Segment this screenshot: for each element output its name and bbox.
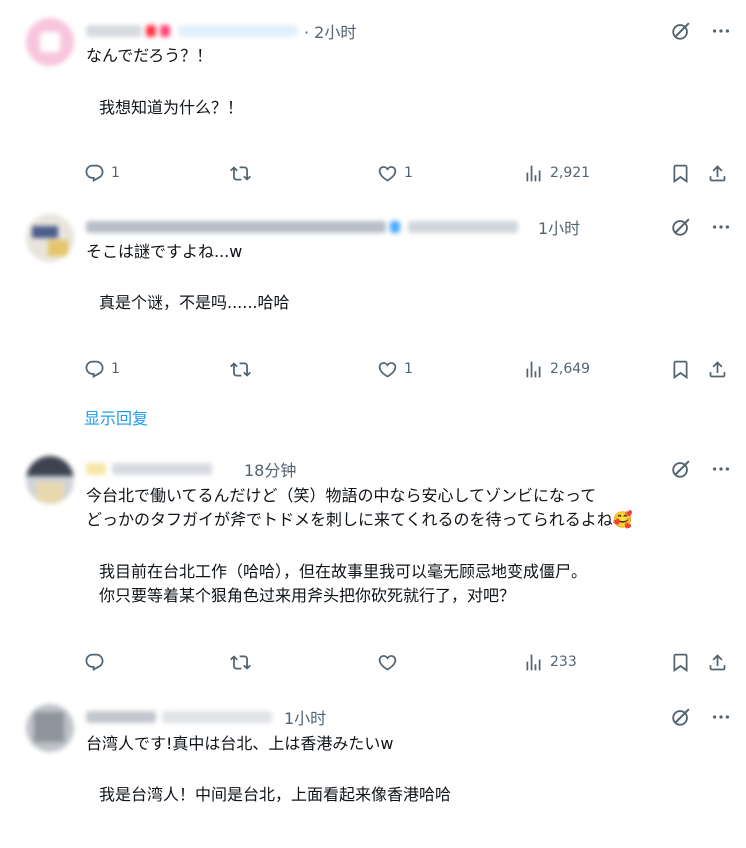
heart-icon [377, 163, 398, 184]
like-button[interactable]: 1 [377, 357, 413, 381]
share-button[interactable] [707, 650, 728, 674]
views-button[interactable]: 2,649 [523, 357, 590, 381]
view-count: 2,921 [550, 165, 591, 181]
smiling-face-with-hearts-emoji: 🥰 [612, 510, 633, 529]
bookmark-button[interactable] [670, 650, 691, 674]
tweet-text: 台湾人です!真中は台北、上は香港みたいw [86, 734, 394, 753]
reply-button[interactable]: 1 [84, 161, 120, 185]
like-count: 1 [404, 361, 413, 377]
tweet-actions: 1 1 2,921 [0, 161, 746, 185]
reply-button[interactable] [84, 650, 105, 674]
user-name-decoration [146, 25, 156, 37]
tweet-translation-line: 你只要等着某个狠角色过来用斧头把你砍死就行了，对吧？ [99, 586, 516, 605]
tweet-translation: 真是个谜，不是吗......哈哈 [99, 293, 290, 312]
timestamp[interactable]: 1小时 [538, 215, 580, 239]
user-handle[interactable] [112, 463, 212, 475]
more-icon[interactable] [710, 458, 732, 480]
more-icon[interactable] [710, 216, 732, 238]
tweet-text: 今台北で働いてるんだけど（笑）物語の中なら安心してゾンビになって どっかのタフガ… [86, 484, 633, 532]
user-name[interactable] [86, 463, 106, 475]
user-name-line: 1小时 [86, 704, 326, 730]
grok-icon[interactable] [670, 458, 692, 480]
views-button[interactable]: 2,921 [523, 161, 590, 185]
tweet-translation-line: 我目前在台北工作（哈哈），但在故事里我可以毫无顾忌地变成僵尸。 [99, 562, 588, 581]
reply-icon [84, 163, 105, 184]
share-button[interactable] [707, 357, 728, 381]
retweet-icon [230, 359, 251, 380]
retweet-button[interactable] [230, 650, 251, 674]
user-name-decoration [390, 221, 400, 233]
bookmark-icon [670, 652, 691, 673]
like-button[interactable]: 1 [377, 161, 413, 185]
views-icon [523, 652, 544, 673]
tweet-text: そこは謎ですよね...w [86, 242, 243, 261]
timestamp[interactable]: 1小时 [284, 705, 326, 729]
tweet-actions: 233 [0, 650, 746, 674]
bookmark-button[interactable] [670, 161, 691, 185]
user-name-decoration [160, 25, 170, 37]
user-handle[interactable] [162, 711, 272, 723]
grok-icon[interactable] [670, 20, 692, 42]
heart-icon [377, 359, 398, 380]
timestamp[interactable]: 18分钟 [244, 457, 296, 481]
user-name[interactable] [86, 221, 386, 233]
avatar[interactable] [26, 456, 74, 504]
view-count: 233 [550, 654, 577, 670]
like-button[interactable] [377, 650, 398, 674]
reply-button[interactable]: 1 [84, 357, 120, 381]
tweet-text-line: 今台北で働いてるんだけど（笑）物語の中なら安心してゾンビになって [86, 486, 597, 505]
user-name-line: 18分钟 [86, 456, 296, 482]
tweet-actions: 1 1 2,649 [0, 357, 746, 381]
user-name[interactable] [86, 25, 142, 37]
user-handle[interactable] [178, 25, 298, 37]
user-name[interactable] [86, 711, 156, 723]
heart-icon [377, 652, 398, 673]
retweet-icon [230, 652, 251, 673]
share-icon [707, 163, 728, 184]
views-icon [523, 163, 544, 184]
user-handle[interactable] [408, 221, 518, 233]
share-icon [707, 652, 728, 673]
bookmark-button[interactable] [670, 357, 691, 381]
views-icon [523, 359, 544, 380]
bookmark-icon [670, 163, 691, 184]
share-button[interactable] [707, 161, 728, 185]
retweet-icon [230, 163, 251, 184]
reply-count: 1 [111, 165, 120, 181]
more-icon[interactable] [710, 20, 732, 42]
avatar[interactable] [26, 214, 74, 262]
bookmark-icon [670, 359, 691, 380]
tweet-text: なんでだろう？！ [86, 46, 213, 65]
tweet-translation: 我是台湾人！中间是台北，上面看起来像香港哈哈 [99, 785, 452, 804]
retweet-button[interactable] [230, 357, 257, 381]
avatar[interactable] [26, 704, 74, 752]
show-replies-link[interactable]: 显示回复 [84, 405, 148, 429]
views-button[interactable]: 233 [523, 650, 577, 674]
tweet-text-line: どっかのタフガイが斧でトドメを刺しに来てくれるのを待ってられるよね🥰 [86, 508, 633, 532]
tweet-translation: 我想知道为什么？！ [99, 98, 244, 117]
like-count: 1 [404, 165, 413, 181]
tweet-translation: 我目前在台北工作（哈哈），但在故事里我可以毫无顾忌地变成僵尸。 你只要等着某个狠… [99, 560, 587, 608]
reply-icon [84, 359, 105, 380]
timestamp[interactable]: · 2小时 [304, 19, 356, 43]
reply-count: 1 [111, 361, 120, 377]
retweet-button[interactable] [230, 161, 257, 185]
share-icon [707, 359, 728, 380]
grok-icon[interactable] [670, 216, 692, 238]
user-name-line: · 2小时 [86, 18, 356, 44]
view-count: 2,649 [550, 361, 591, 377]
more-icon[interactable] [710, 706, 732, 728]
reply-icon [84, 652, 105, 673]
user-name-line: 1小时 [86, 214, 580, 240]
grok-icon[interactable] [670, 706, 692, 728]
avatar[interactable] [26, 18, 74, 66]
